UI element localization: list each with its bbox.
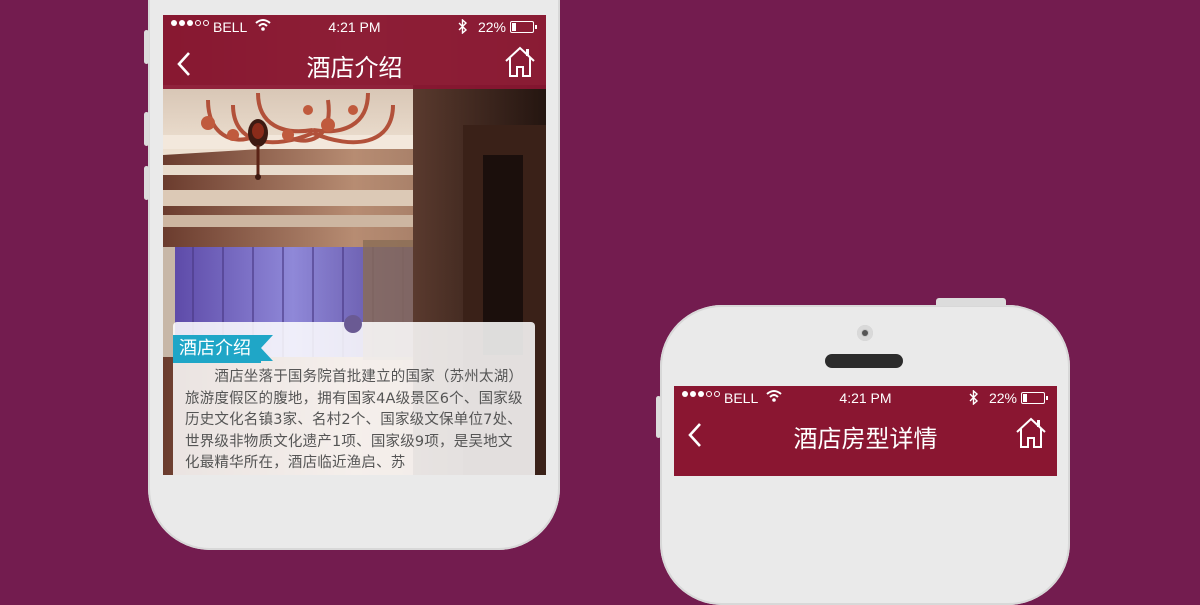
battery-percent: 22% [477, 19, 506, 35]
mute-switch [144, 30, 149, 64]
section-tag: 酒店介绍 [173, 335, 273, 363]
volume-up-button [144, 112, 149, 146]
hotel-description: 酒店坐落于国务院首批建立的国家（苏州太湖）旅游度假区的腹地，拥有国家4A级景区6… [185, 369, 523, 471]
nav-bar: 酒店介绍 [163, 39, 546, 89]
screen-left: BELL 4:21 PM 22% 酒店介绍 酒店介绍 酒店坐落于国务院首批建立的… [163, 15, 546, 475]
battery-percent-right: 22% [988, 390, 1017, 406]
power-button [936, 298, 1006, 306]
bluetooth-icon [458, 19, 468, 34]
nav-bar-right: 酒店房型详情 [674, 410, 1057, 460]
front-camera-icon [857, 325, 873, 341]
mute-switch-right [656, 396, 661, 438]
card-notch [344, 315, 362, 333]
home-icon-right[interactable] [1015, 416, 1047, 450]
battery-icon-right [1021, 392, 1048, 404]
status-bar-right: BELL 4:21 PM 22% [674, 386, 1057, 410]
battery-icon [510, 21, 537, 33]
bluetooth-icon-right [969, 390, 979, 405]
page-title: 酒店介绍 [306, 54, 403, 82]
home-icon[interactable] [504, 45, 536, 79]
page-title-right: 酒店房型详情 [793, 425, 938, 453]
status-bar: BELL 4:21 PM 22% [163, 15, 546, 39]
volume-down-button [144, 166, 149, 200]
earpiece-speaker [825, 354, 903, 368]
